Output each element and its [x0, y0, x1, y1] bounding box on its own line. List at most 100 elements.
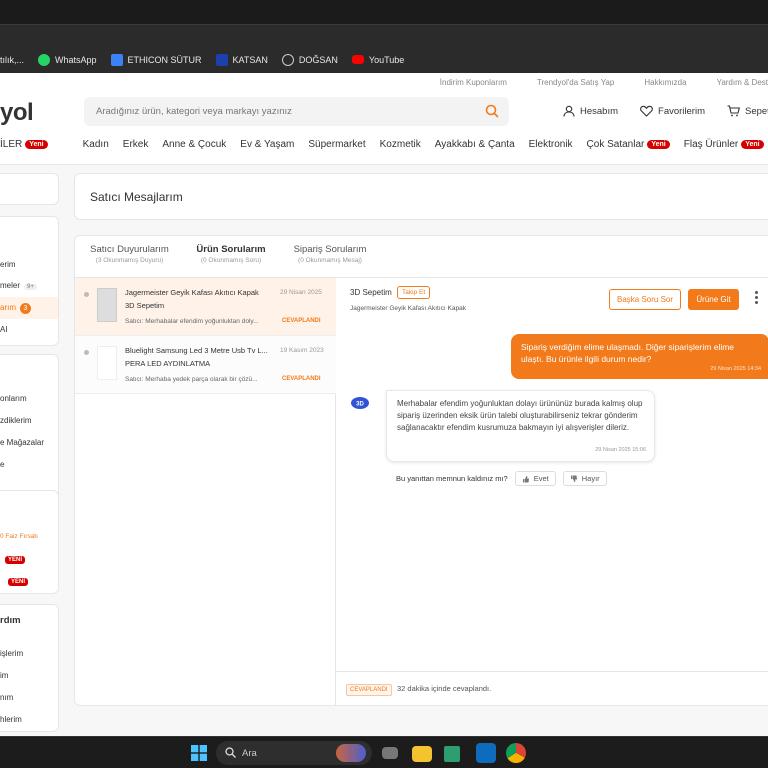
user-links: Hesabım Favorilerim Sepet — [563, 105, 768, 117]
status-badge: CEVAPLANDI — [346, 684, 392, 696]
taskbar-search[interactable]: Ara — [216, 741, 372, 765]
tab-seller-announcements[interactable]: Satıcı Duyurularım (3 Okunmamış Duyuru) — [87, 244, 172, 264]
messages-panel: Satıcı Duyurularım (3 Okunmamış Duyuru) … — [74, 235, 768, 706]
bookmark-katsan[interactable]: KATSAN — [215, 53, 268, 66]
favorites-link[interactable]: Favorilerim — [640, 105, 705, 117]
category-item[interactable]: Elektronik — [529, 139, 573, 150]
sidebar-block-help: rdım işlerim im nım hlerim — [0, 604, 59, 732]
top-link-coupons[interactable]: İndirim Kuponlarım — [440, 78, 507, 87]
feedback-no-button[interactable]: Hayır — [562, 471, 607, 486]
follow-button[interactable]: Takip Et — [397, 286, 431, 299]
sidebar-item[interactable]: YENİ — [8, 576, 29, 586]
sidebar-item[interactable]: meler 9+ — [0, 281, 37, 290]
product-thumbnail — [97, 346, 117, 380]
search-icon[interactable] — [485, 104, 499, 118]
sidebar-item[interactable]: e Mağazalar — [0, 438, 44, 447]
taskbar: Ara — [0, 736, 768, 768]
seller-name[interactable]: 3D Sepetim — [350, 288, 392, 297]
bookmark-youtube[interactable]: YouTube — [351, 55, 404, 65]
task-view-icon[interactable] — [382, 747, 398, 759]
message-tabs: Satıcı Duyurularım (3 Okunmamış Duyuru) … — [75, 236, 768, 278]
ask-another-question-button[interactable]: Başka Soru Sor — [609, 289, 681, 310]
cart-link[interactable]: Sepet — [727, 105, 768, 117]
sidebar-promo[interactable]: 0 Faiz Fırsatı — [0, 533, 38, 540]
app-icon[interactable] — [444, 746, 460, 762]
conversation-list: Jagermeister Geyik Kafası Akıtıcı Kapak … — [75, 278, 336, 705]
category-item[interactable]: İLER Yeni — [0, 139, 48, 150]
sidebar-item[interactable]: işlerim — [0, 649, 23, 658]
category-item[interactable]: Ayakkabı & Çanta — [435, 139, 515, 150]
more-options-icon[interactable] — [753, 291, 759, 309]
outlook-icon[interactable] — [476, 743, 496, 763]
bookmark-whatsapp[interactable]: WhatsApp — [38, 53, 97, 66]
account-link[interactable]: Hesabım — [563, 105, 618, 117]
top-link-help[interactable]: Yardım & Dest — [717, 78, 768, 87]
bookmark-dogsan[interactable]: DOĞSAN — [281, 53, 338, 66]
category-item[interactable]: Anne & Çocuk — [162, 139, 226, 150]
category-item[interactable]: Süpermarket — [308, 139, 365, 150]
bookmark-ethicon[interactable]: ETHICON SÜTUR — [110, 53, 202, 66]
seller-message-bubble: Merhabalar efendim yoğunluktan dolayı ür… — [386, 390, 655, 462]
page-title: Satıcı Mesajlarım — [90, 190, 183, 204]
top-links: İndirim Kuponlarım Trendyol'da Satış Yap… — [440, 78, 768, 87]
page-title-card: Satıcı Mesajlarım — [74, 173, 768, 220]
bookmarks-bar: tılık,... WhatsApp ETHICON SÜTUR KATSAN … — [0, 46, 768, 73]
user-icon — [563, 105, 575, 117]
feedback-yes-button[interactable]: Evet — [514, 471, 556, 486]
heart-icon — [640, 105, 653, 117]
bookmark-folder[interactable]: tılık,... — [0, 55, 24, 65]
category-item[interactable]: Erkek — [123, 139, 149, 150]
sidebar-item[interactable]: e — [0, 460, 4, 469]
category-item[interactable]: Çok Satanlar Yeni — [587, 139, 670, 150]
sidebar-item[interactable]: hlerim — [0, 715, 22, 724]
top-link-sell[interactable]: Trendyol'da Satış Yap — [537, 78, 614, 87]
response-time-text: 32 dakika içinde cevaplandı. — [397, 684, 492, 693]
message-time: 29 Nisan 2025 14:34 — [710, 366, 761, 372]
site-logo[interactable]: yol — [0, 99, 34, 127]
category-item[interactable]: Kadın — [83, 139, 109, 150]
globe-icon — [281, 53, 294, 66]
youtube-icon — [351, 55, 364, 64]
my-message-bubble: Sipariş verdiğim elime ulaşmadı. Diğer s… — [511, 334, 768, 379]
status-badge: CEVAPLANDI — [282, 318, 321, 324]
sidebar-section-title: rdım — [0, 615, 21, 626]
tab-strip — [0, 0, 768, 24]
top-link-about[interactable]: Hakkımızda — [644, 78, 686, 87]
sidebar-block-top — [0, 173, 59, 205]
chat-header: 3D Sepetim Takip Et Jagermeister Geyik K… — [336, 278, 768, 318]
sidebar-item[interactable]: zdiklerim — [0, 416, 32, 425]
new-badge: Yeni — [25, 140, 48, 149]
bookmark-icon — [110, 53, 123, 66]
go-to-product-button[interactable]: Ürüne Git — [688, 289, 739, 310]
browser-chrome — [0, 0, 768, 46]
message-preview: Satıcı: Merhabalar efendim yoğunluktan d… — [125, 318, 259, 325]
conversation-item[interactable]: Jagermeister Geyik Kafası Akıtıcı Kapak … — [75, 278, 336, 336]
seller-logo-icon: 3D — [351, 397, 369, 409]
feedback-row: Bu yanıttan memnun kaldınız mı? Evet Hay… — [396, 471, 607, 486]
sidebar-item[interactable]: nım — [0, 693, 13, 702]
thumbs-up-icon — [522, 475, 529, 482]
category-item[interactable]: Ev & Yaşam — [240, 139, 294, 150]
tab-order-questions[interactable]: Sipariş Sorularım (0 Okunmamış Mesaj) — [290, 244, 370, 264]
conversation-item[interactable]: Bluelight Samsung Led 3 Metre Usb Tv L..… — [75, 336, 336, 394]
whatsapp-icon — [38, 53, 51, 66]
tab-product-questions[interactable]: Ürün Sorularım (0 Okunmamış Soru) — [187, 244, 275, 264]
chrome-icon[interactable] — [506, 743, 526, 763]
sidebar-item[interactable]: erim — [0, 260, 16, 269]
sidebar-item[interactable]: AI — [0, 325, 8, 334]
chat-product-name: Jagermeister Geyik Kafası Akıtıcı Kapak — [350, 305, 466, 312]
search-placeholder: Aradığınız ürün, kategori veya markayı y… — [96, 106, 292, 117]
new-badge: Yeni — [647, 140, 670, 149]
site-header: İndirim Kuponlarım Trendyol'da Satış Yap… — [0, 73, 768, 165]
sidebar-item[interactable]: YENİ — [5, 554, 26, 564]
file-explorer-icon[interactable] — [412, 746, 432, 762]
sidebar-item[interactable]: onlarım — [0, 394, 27, 403]
sidebar-item[interactable]: im — [0, 671, 8, 680]
search-input[interactable]: Aradığınız ürün, kategori veya markayı y… — [84, 97, 509, 126]
sidebar-item-messages[interactable]: arım 3 — [0, 297, 58, 319]
count-badge: 3 — [20, 303, 31, 314]
search-icon — [225, 747, 236, 758]
windows-start-icon[interactable] — [191, 745, 207, 761]
category-item[interactable]: Flaş Ürünler Yeni — [684, 139, 764, 150]
category-item[interactable]: Kozmetik — [380, 139, 421, 150]
